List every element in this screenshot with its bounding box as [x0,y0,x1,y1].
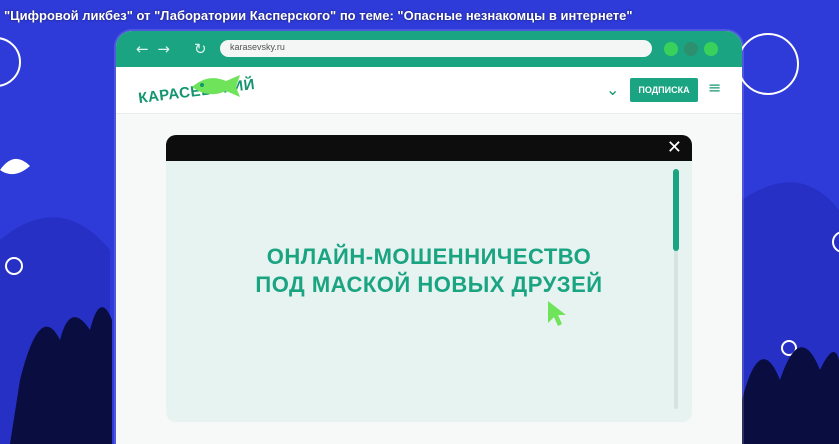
modal-headline: ОНЛАЙН-МОШЕННИЧЕСТВО ПОД МАСКОЙ НОВЫХ ДР… [166,243,692,299]
subscribe-button[interactable]: ПОДПИСКА [630,78,698,102]
close-icon[interactable]: ✕ [667,137,682,158]
address-bar[interactable]: karasevsky.ru [220,40,652,57]
reload-icon[interactable]: ↻ [194,40,207,58]
window-dot-3[interactable] [704,42,718,56]
url-text: karasevsky.ru [230,42,285,52]
cursor-arrow-icon [548,301,566,326]
headline-line-2: ПОД МАСКОЙ НОВЫХ ДРУЗЕЙ [255,272,603,297]
hamburger-menu-icon[interactable]: ≡ [708,78,721,97]
chevron-down-icon[interactable]: ⌄ [606,80,619,99]
modal-dialog: ✕ ОНЛАЙН-МОШЕННИЧЕСТВО ПОД МАСКОЙ НОВЫХ … [166,135,692,422]
modal-scrollbar-thumb[interactable] [673,169,679,251]
site-header: КАРАСЕВСКИЙ ⌄ ПОДПИСКА ≡ [116,67,742,114]
headline-line-1: ОНЛАЙН-МОШЕННИЧЕСТВО [266,244,592,269]
browser-toolbar: ← → ↻ karasevsky.ru [116,31,742,67]
back-forward-arrows-icon[interactable]: ← → [136,40,172,58]
browser-window: ← → ↻ karasevsky.ru КАРАСЕВСКИЙ ⌄ ПОДПИС… [116,31,742,444]
window-dot-2[interactable] [684,42,698,56]
fish-icon [192,75,240,97]
window-dot-1[interactable] [664,42,678,56]
video-title: "Цифровой ликбез" от "Лаборатории Каспер… [4,8,633,23]
modal-header: ✕ [166,135,692,161]
